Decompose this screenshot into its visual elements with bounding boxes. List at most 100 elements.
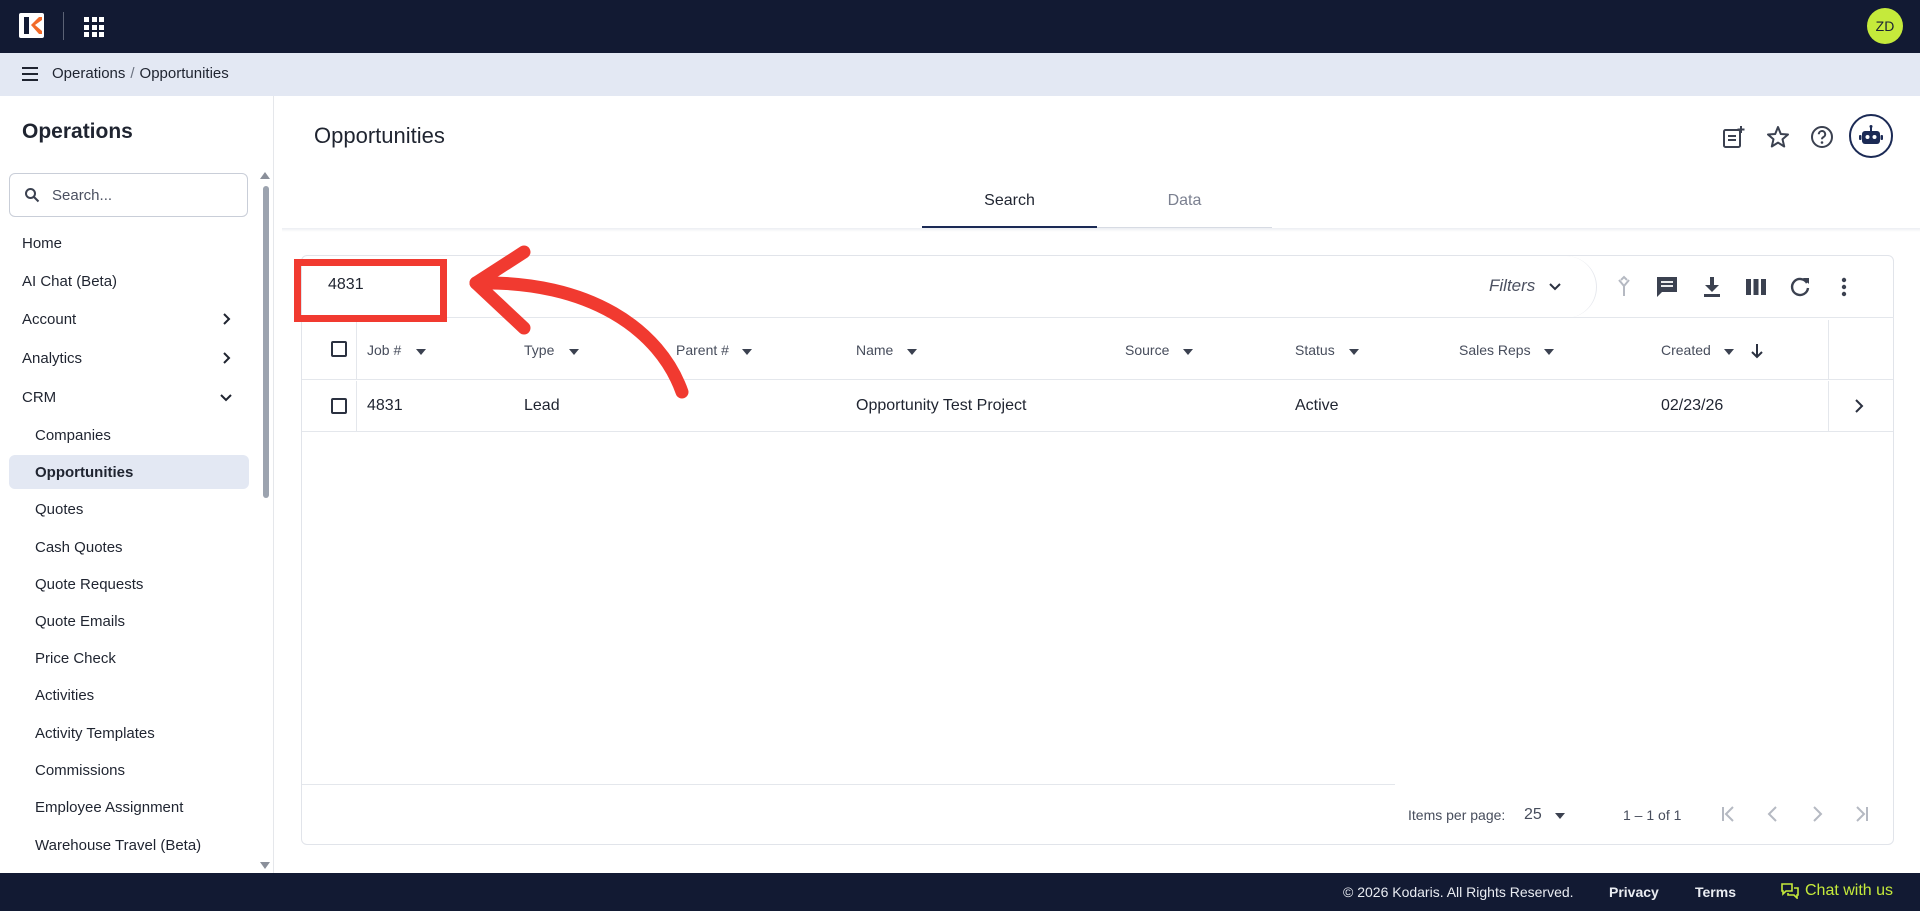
chat-label: Chat with us [1805,882,1894,899]
privacy-link[interactable]: Privacy [1609,884,1659,900]
chevron-right-icon[interactable] [1852,398,1866,414]
sidebar-item-label: Opportunities [35,463,134,481]
first-page-icon[interactable] [1718,803,1740,825]
tab-data[interactable]: Data [1097,186,1272,228]
sidebar-item-label: Price Check [35,649,116,667]
next-page-icon[interactable] [1806,803,1828,825]
sidebar-item-label: Quote Requests [35,575,144,593]
breadcrumb-opportunities[interactable]: Opportunities [140,65,229,82]
sidebar-item-employee-assignment[interactable]: Employee Assignment [9,790,249,824]
cell-name[interactable]: Opportunity Test Project [856,397,1026,415]
column-header-source[interactable]: Source [1125,342,1169,358]
grid-bottom-divider [302,784,1395,785]
refresh-icon[interactable] [1787,274,1813,300]
scroll-up-arrow[interactable] [260,172,270,179]
tab-search[interactable]: Search [922,186,1097,228]
sidebar-item-quote-emails[interactable]: Quote Emails [9,604,249,638]
column-divider [356,320,357,380]
sidebar-item-label: Activities [35,686,95,704]
caret-down-icon[interactable] [1544,349,1554,355]
sidebar-item-label: Cash Quotes [35,538,123,556]
sidebar-item-opportunities[interactable]: Opportunities [9,455,249,489]
hamburger-menu-icon[interactable] [22,67,40,81]
sidebar-item-cash-quotes[interactable]: Cash Quotes [9,530,249,564]
cell-created: 02/23/26 [1661,397,1724,414]
sidebar-item-label: AI Chat (Beta) [22,272,118,290]
caret-down-icon[interactable] [1724,349,1734,355]
chat-icon [1781,883,1799,899]
sidebar-item-crm[interactable]: CRM [9,380,249,414]
sidebar-item-quotes[interactable]: Quotes [9,492,249,526]
sidebar-item-activity-templates[interactable]: Activity Templates [9,716,249,750]
caret-down-icon[interactable] [1555,813,1565,819]
sidebar-item-label: Commissions [35,761,126,779]
sidebar-item-commissions[interactable]: Commissions [9,753,249,787]
column-header-name[interactable]: Name [856,342,893,358]
divider [63,12,64,40]
copyright-text: © 2026 Kodaris. All Rights Reserved. [1343,884,1574,900]
sidebar-item-ai-chat[interactable]: AI Chat (Beta) [9,264,249,298]
breadcrumb-operations[interactable]: Operations [52,65,125,82]
sidebar-item-analytics[interactable]: Analytics [9,341,249,375]
footer: © 2026 Kodaris. All Rights Reserved. Pri… [0,873,1920,911]
last-page-icon[interactable] [1850,803,1872,825]
sidebar-search-input[interactable] [52,184,232,206]
sidebar-title: Operations [22,120,133,143]
sidebar-item-label: CRM [22,388,57,406]
sidebar-item-activities[interactable]: Activities [9,678,249,712]
caret-down-icon[interactable] [1349,349,1359,355]
chat-button[interactable]: Chat with us [1781,882,1893,900]
sidebar-item-label: Account [22,310,77,328]
cell-job[interactable]: 4831 [367,397,403,415]
caret-down-icon[interactable] [416,349,426,355]
tabs-divider [282,228,1920,232]
annotation-arrow-icon [469,245,689,399]
caret-down-icon[interactable] [742,349,752,355]
page-size-select[interactable]: 25 [1524,806,1542,824]
more-options-icon[interactable] [1831,274,1857,300]
sidebar-item-quote-requests[interactable]: Quote Requests [9,567,249,601]
row-checkbox[interactable] [331,398,347,414]
caret-down-icon[interactable] [907,349,917,355]
help-icon[interactable] [1809,124,1835,150]
column-header-created[interactable]: Created [1661,342,1711,358]
sidebar-item-label: Employee Assignment [35,798,184,816]
top-bar: ZD [0,0,1920,53]
avatar[interactable]: ZD [1867,8,1903,44]
star-icon[interactable] [1765,124,1791,150]
column-header-status[interactable]: Status [1295,342,1335,358]
tab-bar: Search Data [922,186,1272,228]
select-all-checkbox[interactable] [331,341,347,357]
columns-icon[interactable] [1743,274,1769,300]
kodaris-logo-icon[interactable] [19,13,44,38]
merge-icon[interactable] [1611,274,1637,300]
column-header-sales-reps[interactable]: Sales Reps [1459,342,1531,358]
search-icon [25,188,40,203]
sidebar-scrollbar[interactable] [263,186,269,498]
chevron-down-icon[interactable] [1547,280,1563,294]
sidebar-item-warehouse-travel[interactable]: Warehouse Travel (Beta) [9,828,249,862]
scroll-down-arrow[interactable] [260,862,270,869]
add-note-icon[interactable] [1721,124,1747,150]
sidebar: Operations Home AI Chat (Beta) Account A… [0,96,274,873]
download-icon[interactable] [1699,274,1725,300]
sort-descending-icon[interactable] [1750,343,1764,359]
terms-link[interactable]: Terms [1695,884,1736,900]
column-divider [1828,381,1829,432]
sidebar-item-price-check[interactable]: Price Check [9,641,249,675]
sidebar-item-label: Activity Templates [35,724,155,742]
sidebar-item-label: Analytics [22,349,83,367]
sidebar-item-companies[interactable]: Companies [9,418,249,452]
column-header-job[interactable]: Job # [367,342,401,358]
previous-page-icon[interactable] [1762,803,1784,825]
sidebar-item-label: Warehouse Travel (Beta) [35,836,202,854]
cell-status: Active [1295,397,1339,414]
sidebar-item-account[interactable]: Account [9,302,249,336]
filters-button[interactable]: Filters [1489,276,1535,296]
sidebar-item-home[interactable]: Home [9,226,249,260]
sidebar-item-label: Home [22,234,63,252]
apps-grid-icon[interactable] [84,17,104,37]
comment-icon[interactable] [1654,274,1680,300]
ai-assistant-button[interactable] [1849,114,1893,158]
caret-down-icon[interactable] [1183,349,1193,355]
